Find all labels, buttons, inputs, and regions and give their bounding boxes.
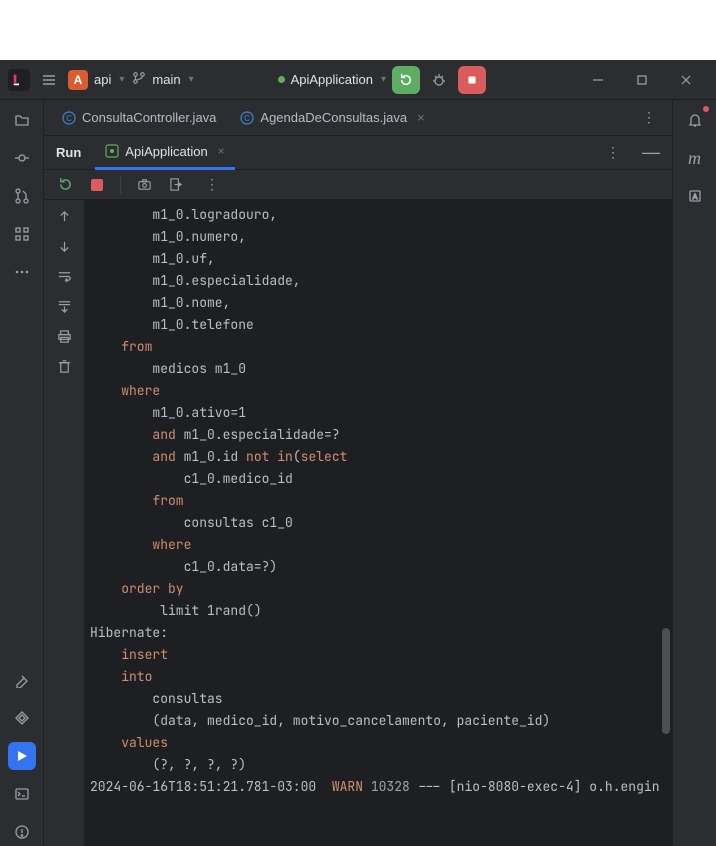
rerun-icon[interactable] xyxy=(56,176,74,194)
project-tool-button[interactable] xyxy=(8,106,36,134)
java-class-icon: C xyxy=(62,111,76,125)
window-controls xyxy=(576,60,708,100)
running-indicator-icon xyxy=(278,76,285,83)
services-tool-button[interactable] xyxy=(8,704,36,732)
stop-icon[interactable] xyxy=(88,176,106,194)
close-tab-icon[interactable]: × xyxy=(417,110,425,125)
problems-tool-button[interactable] xyxy=(8,818,36,846)
project-name: api xyxy=(94,72,111,87)
maven-tool-button[interactable]: m xyxy=(681,144,709,172)
editor-tabs-menu-icon[interactable]: ⋮ xyxy=(636,109,664,126)
run-toolbar-more-icon[interactable]: ⋮ xyxy=(199,176,227,193)
pull-requests-tool-button[interactable] xyxy=(8,182,36,210)
console-output[interactable]: m1_0.logradouro, m1_0.numero, m1_0.uf, m… xyxy=(84,200,672,846)
print-icon[interactable] xyxy=(54,326,74,346)
java-class-icon: C xyxy=(240,111,254,125)
intellij-logo-icon[interactable] xyxy=(8,69,30,91)
branch-name: main xyxy=(152,72,180,87)
run-toolbar: ⋮ xyxy=(44,170,672,200)
vcs-branch-widget[interactable]: main ▾ xyxy=(132,71,193,88)
notifications-icon[interactable] xyxy=(681,106,709,134)
scroll-to-end-icon[interactable] xyxy=(54,296,74,316)
browser-top-gap xyxy=(0,0,716,60)
ide-window: A api ▾ main ▾ ApiApplication ▾ xyxy=(0,60,716,846)
right-tool-strip: m A xyxy=(672,100,716,846)
tab-filename: AgendaDeConsultas.java xyxy=(260,110,407,125)
project-selector[interactable]: A api ▾ xyxy=(68,70,124,90)
run-config-name: ApiApplication xyxy=(291,72,373,87)
run-tool-button[interactable] xyxy=(8,742,36,770)
editor-tabs: C ConsultaController.java C AgendaDeCons… xyxy=(44,100,672,136)
spring-icon xyxy=(105,144,119,158)
svg-text:C: C xyxy=(66,114,72,123)
editor-tab-consulta-controller[interactable]: C ConsultaController.java xyxy=(52,100,226,136)
run-panel-options-icon[interactable]: ⋮ xyxy=(600,144,628,161)
tab-filename: ConsultaController.java xyxy=(82,110,216,125)
title-bar: A api ▾ main ▾ ApiApplication ▾ xyxy=(0,60,716,100)
down-stack-icon[interactable] xyxy=(54,236,74,256)
close-window-button[interactable] xyxy=(664,60,708,100)
chevron-down-icon: ▾ xyxy=(119,74,124,85)
exit-icon[interactable] xyxy=(167,176,185,194)
chevron-down-icon: ▾ xyxy=(381,74,386,85)
debug-button[interactable] xyxy=(426,67,452,93)
left-tool-strip xyxy=(0,100,44,846)
console-wrap: m1_0.logradouro, m1_0.numero, m1_0.uf, m… xyxy=(44,200,672,846)
build-tool-button[interactable] xyxy=(8,666,36,694)
close-run-tab-icon[interactable]: × xyxy=(218,144,225,158)
chevron-down-icon: ▾ xyxy=(189,74,194,85)
center-panel: C ConsultaController.java C AgendaDeCons… xyxy=(44,100,672,846)
minimize-button[interactable] xyxy=(576,60,620,100)
maximize-button[interactable] xyxy=(620,60,664,100)
screenshot-icon[interactable] xyxy=(135,176,153,194)
svg-text:C: C xyxy=(245,114,251,123)
title-bar-center: ApiApplication ▾ xyxy=(202,66,562,94)
stop-button[interactable] xyxy=(458,66,486,94)
run-tab-name: ApiApplication xyxy=(125,144,207,159)
editor-tab-agenda-de-consultas[interactable]: C AgendaDeConsultas.java × xyxy=(230,100,434,136)
ai-assistant-icon[interactable]: A xyxy=(681,182,709,210)
project-badge: A xyxy=(68,70,88,90)
run-configuration-selector[interactable]: ApiApplication ▾ xyxy=(278,72,386,87)
rerun-button[interactable] xyxy=(392,66,420,94)
commit-tool-button[interactable] xyxy=(8,144,36,172)
hide-panel-icon[interactable]: — xyxy=(642,142,660,163)
run-panel-title: Run xyxy=(56,145,81,160)
run-panel-tab[interactable]: ApiApplication × xyxy=(95,136,234,170)
clear-all-icon[interactable] xyxy=(54,356,74,376)
svg-text:A: A xyxy=(692,194,697,201)
console-left-toolbar xyxy=(44,200,84,846)
main-menu-icon[interactable] xyxy=(38,69,60,91)
soft-wrap-icon[interactable] xyxy=(54,266,74,286)
run-panel-header: Run ApiApplication × ⋮ — xyxy=(44,136,672,170)
up-stack-icon[interactable] xyxy=(54,206,74,226)
scrollbar-thumb[interactable] xyxy=(662,628,670,734)
terminal-tool-button[interactable] xyxy=(8,780,36,808)
branch-icon xyxy=(132,71,146,88)
more-tool-button[interactable] xyxy=(8,258,36,286)
structure-tool-button[interactable] xyxy=(8,220,36,248)
